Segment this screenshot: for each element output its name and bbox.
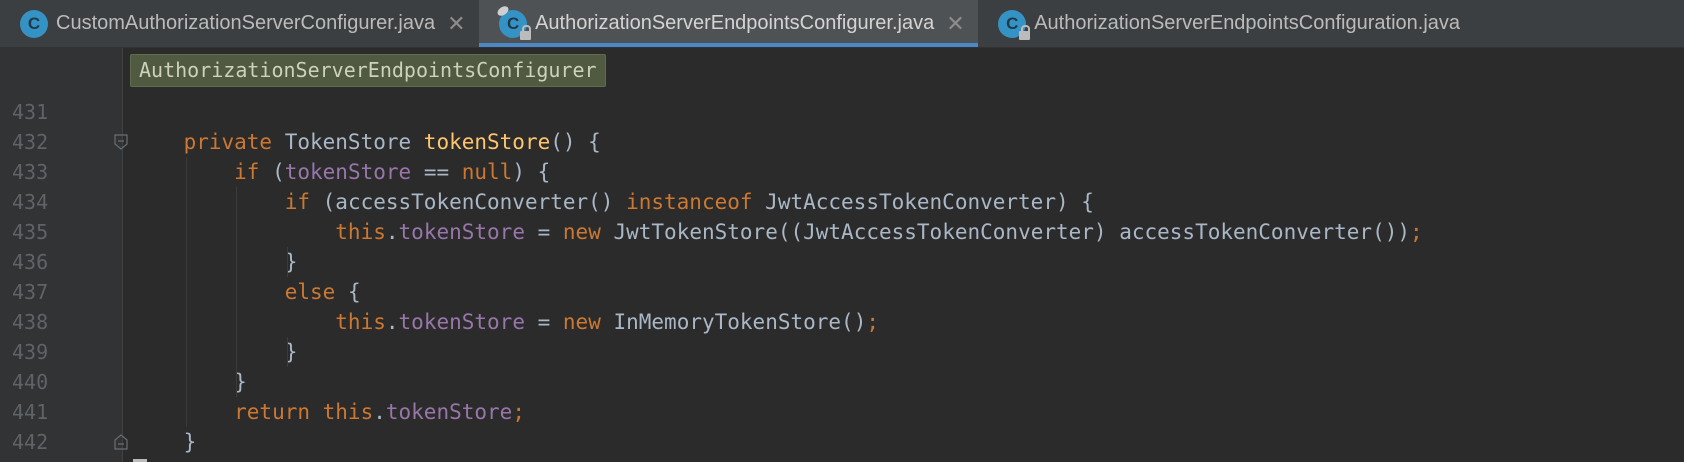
code-text: else { [133,277,361,307]
line-number: 440 [12,370,49,394]
fold-start-icon[interactable] [114,134,128,150]
line-number: 436 [12,250,49,274]
code-token: return this [133,400,374,424]
java-class-icon: C [20,9,48,38]
code-text: this.tokenStore = new JwtTokenStore((Jwt… [133,217,1423,247]
code-text: } [133,247,298,277]
editor-tab-bar: C CustomAuthorizationServerConfigurer.jav… [0,0,1684,48]
code-line[interactable]: 431 [0,97,1684,127]
code-token: private [133,130,285,154]
code-token: tokenStore [423,130,551,154]
code-token: { [347,280,361,304]
code-token: == [411,160,462,184]
tab-title: CustomAuthorizationServerConfigurer.java [56,12,436,34]
code-token: tokenStore [398,220,525,244]
code-token: ) { [512,160,551,184]
line-number: 434 [12,190,49,214]
code-token: tokenStore [398,310,525,334]
code-text: private TokenStore tokenStore() { [133,127,601,157]
close-icon[interactable]: ✕ [946,11,964,37]
line-number: 438 [12,310,49,334]
code-token: ( [272,160,285,184]
code-token: (accessTokenConverter() [322,190,627,214]
lock-icon [520,24,532,40]
code-token: } [133,370,247,394]
code-text: } [133,367,247,397]
code-line[interactable]: 438 this.tokenStore = new InMemoryTokenS… [0,307,1684,337]
code-line[interactable]: 439 } [0,337,1684,367]
code-token: } [133,430,197,454]
indent-guide [286,247,288,277]
code-token: } [133,250,298,274]
code-token: if [133,190,323,214]
code-editor[interactable]: AuthorizationServerEndpointsConfigurer 4… [0,48,1684,462]
code-text: } [133,427,197,457]
code-line[interactable]: 440 } [0,367,1684,397]
code-token: JwtTokenStore((JwtAccessTokenConverter) … [613,220,1410,244]
code-line[interactable]: 433 if (tokenStore == null) { [0,157,1684,187]
code-token: . [385,220,399,244]
close-icon[interactable]: ✕ [447,11,465,37]
tab-title: AuthorizationServerEndpointsConfiguratio… [1034,12,1461,34]
code-token: this [133,310,386,334]
line-number: 433 [12,160,49,184]
code-token: . [385,310,399,334]
line-number: 439 [12,340,49,364]
code-token: . [373,400,386,424]
breadcrumb[interactable]: AuthorizationServerEndpointsConfigurer [130,54,606,87]
tab-2[interactable]: C AuthorizationServerEndpointsConfigurer.… [479,0,979,47]
code-text: if (tokenStore == null) { [133,157,550,187]
code-token: TokenStore [284,130,424,154]
code-line[interactable]: 432 private TokenStore tokenStore() { [0,127,1684,157]
class-icon-letter: C [27,13,41,33]
line-number: 437 [12,280,49,304]
code-token: tokenStore [385,400,513,424]
line-number: 431 [12,100,49,124]
java-class-icon: C [998,9,1031,40]
code-token: ; [866,310,880,334]
code-token: null [461,160,513,184]
code-token: = [524,220,563,244]
code-token: tokenStore [284,160,412,184]
code-token: ; [512,400,525,424]
code-line[interactable]: 434 if (accessTokenConverter() instanceo… [0,187,1684,217]
code-line[interactable]: 442 } [0,427,1684,457]
code-text: } [133,337,298,367]
code-token: else [133,280,348,304]
tab-1[interactable]: C CustomAuthorizationServerConfigurer.jav… [0,0,479,47]
code-token: JwtAccessTokenConverter) { [765,190,1094,214]
code-text: this.tokenStore = new InMemoryTokenStore… [133,307,879,337]
code-area[interactable]: 431 432 private TokenStore tokenStore() {… [0,97,1684,457]
code-token: () { [550,130,601,154]
code-token: instanceof [626,190,766,214]
code-token: = [524,310,563,334]
indent-guide [286,337,288,367]
code-line[interactable]: 441 return this.tokenStore; [0,397,1684,427]
code-token: new [562,220,614,244]
code-token: this [133,220,386,244]
code-token: ; [1410,220,1423,244]
code-token: InMemoryTokenStore() [613,310,867,334]
line-number: 432 [12,130,49,154]
line-number: 442 [12,430,49,454]
tab-title: AuthorizationServerEndpointsConfigurer.j… [535,12,935,34]
code-token: } [133,340,298,364]
indent-guide [236,187,238,397]
code-token: new [562,310,614,334]
tab-3[interactable]: C AuthorizationServerEndpointsConfigurati… [978,0,1474,47]
line-number: 435 [12,220,49,244]
code-line[interactable]: 435 this.tokenStore = new JwtTokenStore(… [0,217,1684,247]
line-number: 441 [12,400,49,424]
fold-end-icon[interactable] [114,434,128,450]
code-text: if (accessTokenConverter() instanceof Jw… [133,187,1094,217]
code-text: return this.tokenStore; [133,397,525,427]
code-token: if [133,160,273,184]
code-line[interactable]: 437 else { [0,277,1684,307]
java-class-icon: C [495,3,532,40]
indent-guide [185,157,187,427]
code-line[interactable]: 436 } [0,247,1684,277]
lock-icon [1019,24,1031,40]
